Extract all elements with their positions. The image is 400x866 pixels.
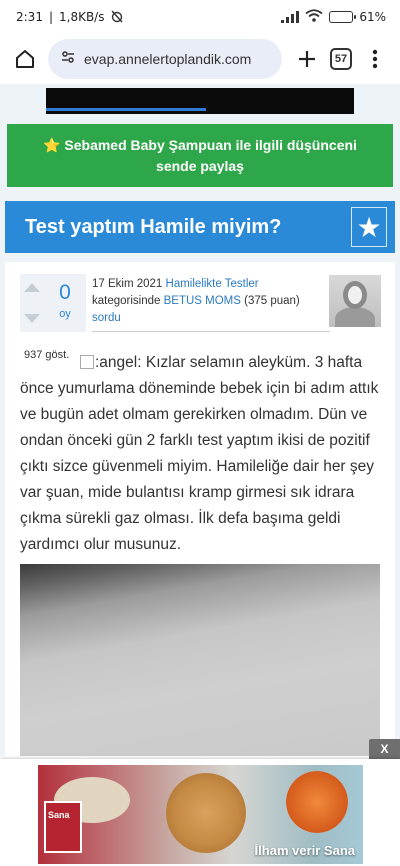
question-title: Test yaptım Hamile miyim?: [25, 215, 282, 238]
menu-button[interactable]: [358, 42, 392, 76]
address-bar[interactable]: evap.annelertoplandik.com: [48, 39, 282, 79]
question-meta: 17 Ekim 2021 Hamilelikte Testler kategor…: [92, 276, 322, 327]
question-date: 17 Ekim 2021: [92, 278, 163, 290]
ad-container: Sana İlham verir Sana: [0, 759, 400, 866]
status-separator: |: [48, 10, 53, 24]
avatar[interactable]: [329, 275, 381, 327]
site-settings-icon[interactable]: [60, 49, 76, 69]
question-text: Kızlar selamın aleyküm. 3 hafta önce yum…: [20, 354, 379, 553]
tab-switcher-button[interactable]: 57: [324, 42, 358, 76]
vote-down-icon[interactable]: [24, 314, 40, 323]
category-suffix: kategorisinde: [92, 295, 161, 307]
ad-soup-image: [286, 771, 348, 833]
vote-up-icon[interactable]: [24, 283, 40, 292]
battery-icon: [329, 11, 357, 23]
action-link[interactable]: sordu: [92, 312, 121, 324]
promo-banner-text: ⭐ Sebamed Baby Şampuan ile ilgili düşünc…: [43, 136, 357, 174]
vote-box: 0 oy: [20, 274, 86, 332]
ad-pie-image: [166, 773, 246, 853]
ad-product-pack: [44, 801, 82, 853]
signal-icon: [281, 11, 300, 23]
page-content: ⭐ Sebamed Baby Şampuan ile ilgili düşünc…: [0, 84, 400, 756]
new-tab-button[interactable]: [290, 42, 324, 76]
home-button[interactable]: [8, 42, 42, 76]
close-ad-button[interactable]: X: [369, 739, 400, 759]
progress-line: [46, 108, 206, 111]
plus-icon: [299, 51, 315, 67]
question-title-bar: Test yaptım Hamile miyim? ★: [5, 201, 395, 253]
ad-slogan: İlham verir Sana: [254, 843, 355, 858]
alarm-off-icon: [110, 9, 124, 26]
battery-percent: 61%: [359, 10, 386, 24]
star-icon: ★: [356, 210, 382, 244]
vote-label: oy: [59, 308, 71, 320]
ad-brand: Sana: [48, 810, 70, 820]
network-speed: 1,8KB/s: [59, 10, 105, 24]
author-points: (375 puan): [244, 295, 300, 307]
question-body: :angel: Kızlar selamın aleyküm. 3 hafta …: [20, 350, 382, 558]
category-link[interactable]: Hamilelikte Testler: [166, 278, 259, 290]
ad-banner[interactable]: Sana İlham verir Sana: [38, 765, 363, 864]
more-vert-icon: [372, 49, 378, 69]
promo-banner[interactable]: ⭐ Sebamed Baby Şampuan ile ilgili düşünc…: [7, 124, 393, 187]
tab-count: 57: [330, 48, 352, 70]
vote-count: 0: [59, 281, 71, 304]
broken-image-icon: [80, 355, 94, 369]
emoji-alt: :angel:: [95, 354, 142, 371]
wifi-icon: [305, 9, 323, 25]
browser-toolbar: evap.annelertoplandik.com 57: [0, 34, 400, 84]
status-bar: 2:31 | 1,8KB/s 61%: [0, 0, 400, 34]
attached-photo[interactable]: [20, 564, 380, 756]
favorite-button[interactable]: ★: [351, 207, 387, 247]
author-link[interactable]: BETUS MOMS: [164, 295, 241, 307]
status-time: 2:31: [16, 10, 43, 24]
question-card: 0 oy 17 Ekim 2021 Hamilelikte Testler ka…: [5, 262, 395, 756]
meta-divider: [92, 331, 330, 332]
url-text: evap.annelertoplandik.com: [84, 51, 252, 67]
home-icon: [16, 50, 34, 68]
